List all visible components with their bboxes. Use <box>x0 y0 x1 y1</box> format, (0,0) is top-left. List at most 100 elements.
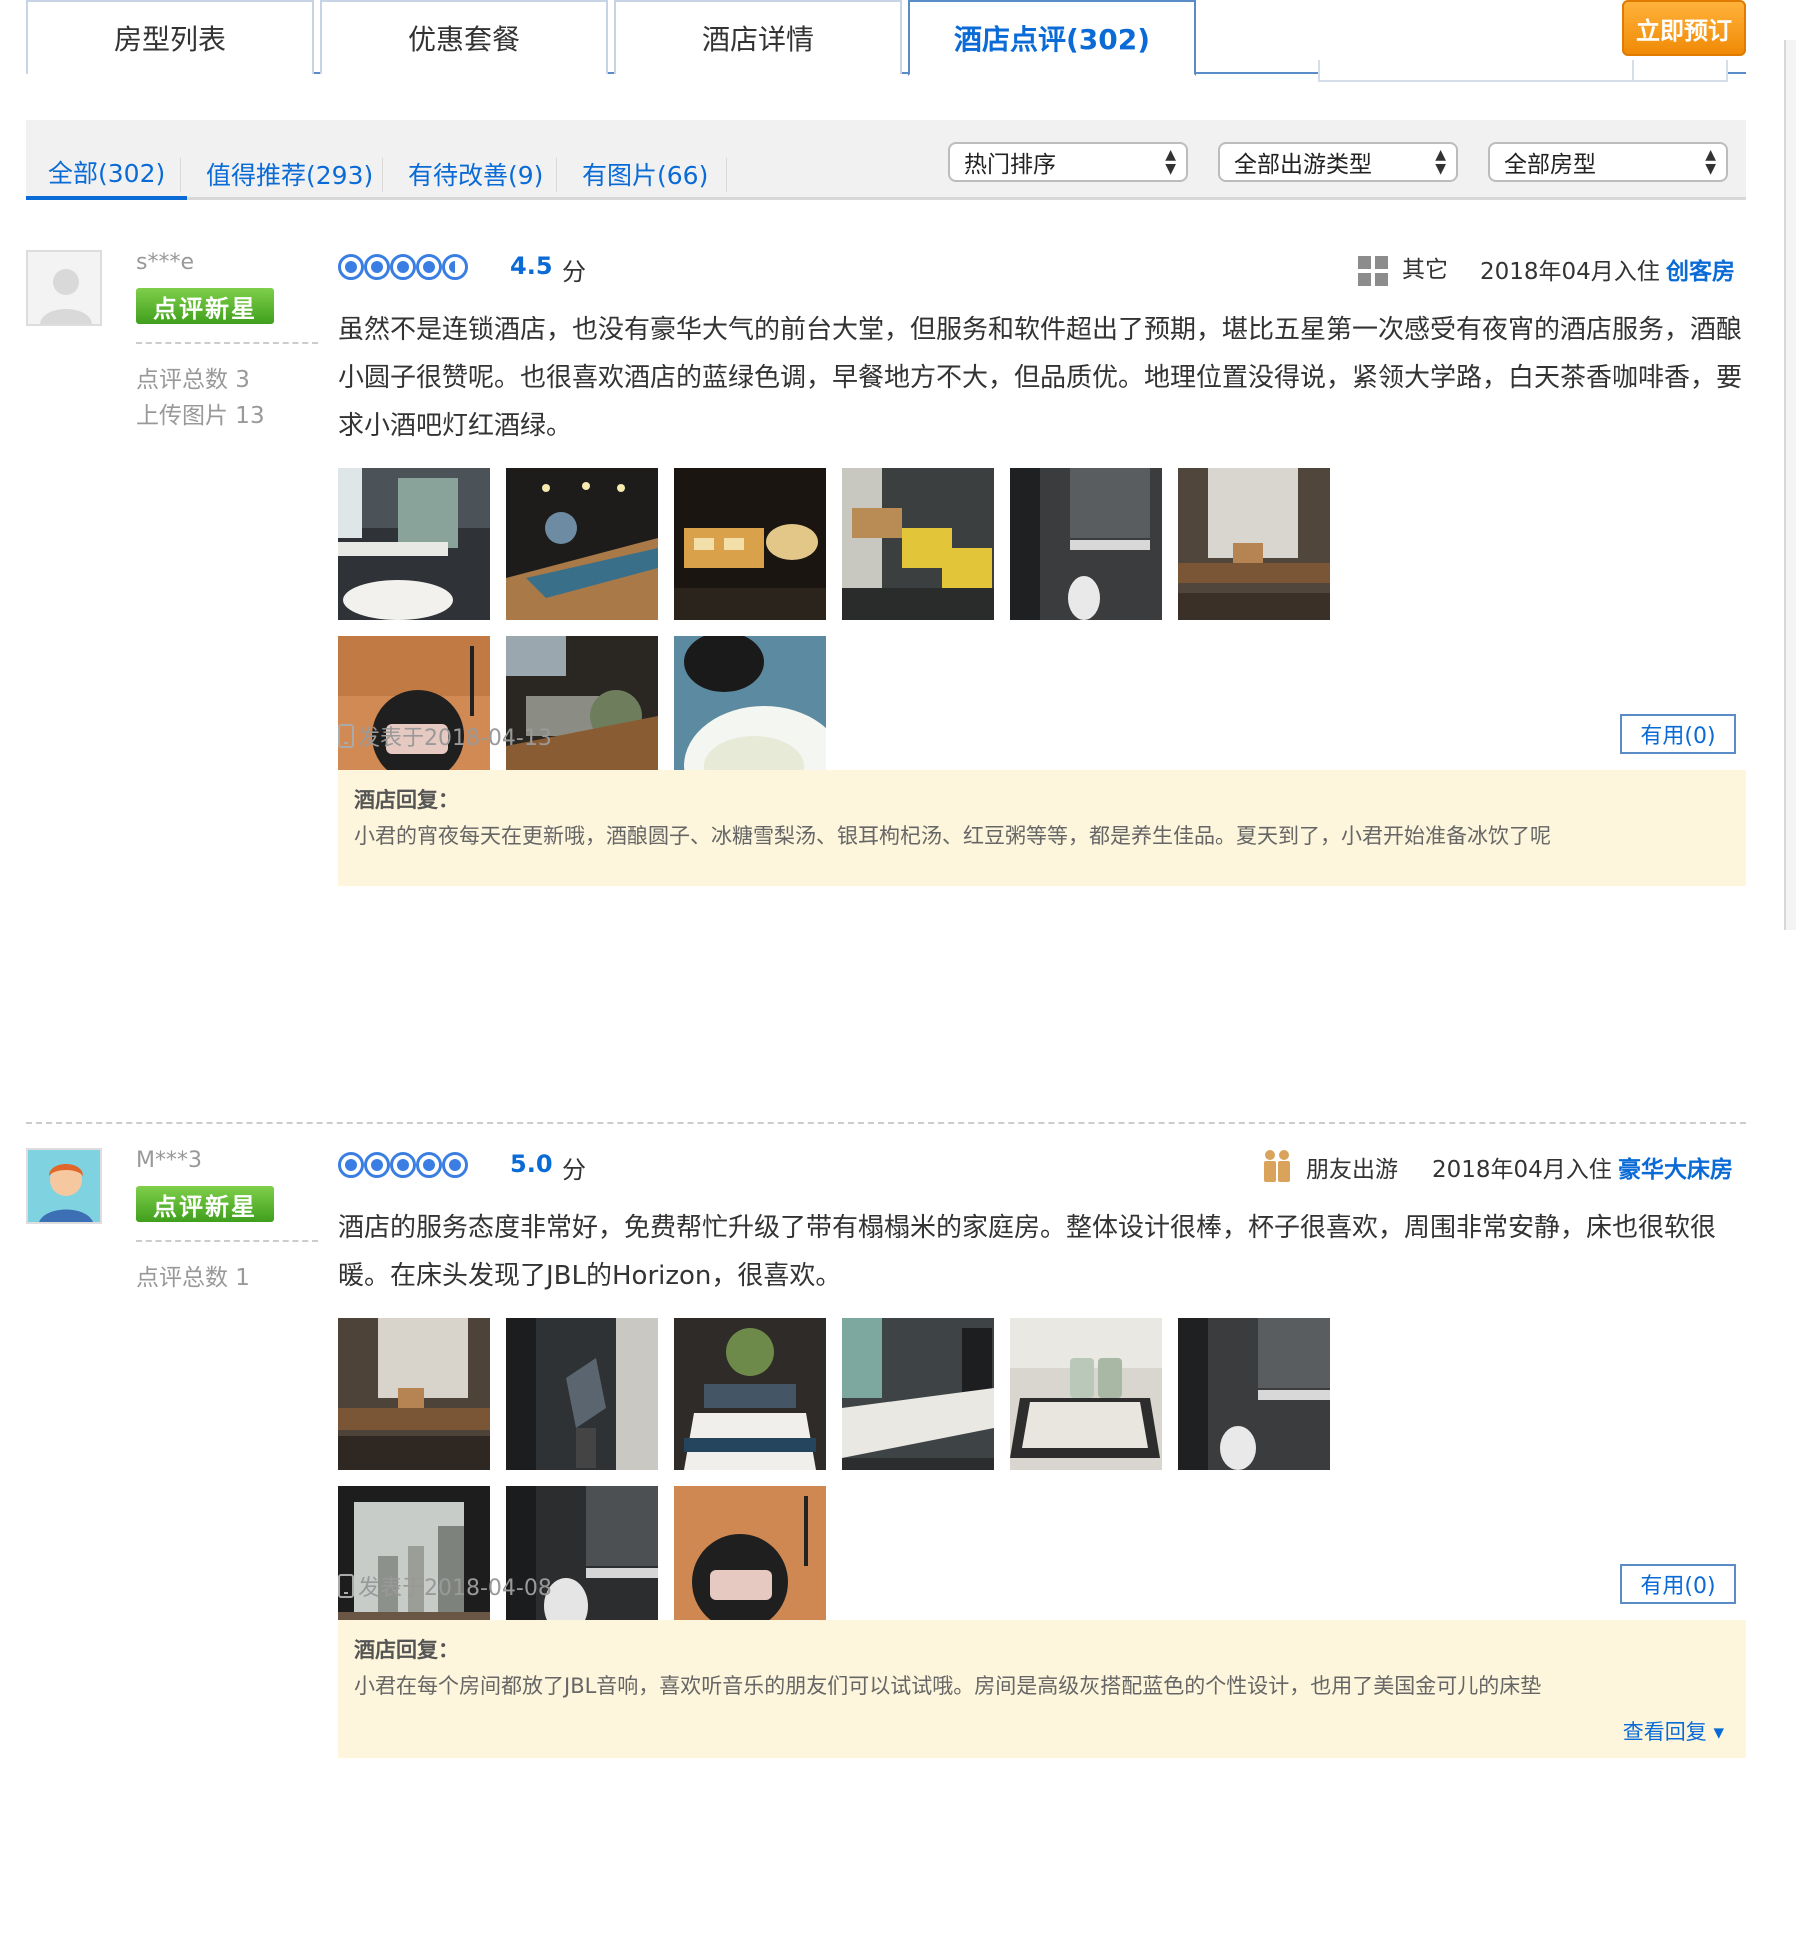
useful-button[interactable]: 有用(0) <box>1620 714 1736 754</box>
tab-packages[interactable]: 优惠套餐 <box>320 0 608 74</box>
tab-hotel-reviews[interactable]: 酒店点评(302) <box>908 0 1196 76</box>
posted-date: 发表于2018-04-08 <box>338 1570 552 1602</box>
review-photo[interactable] <box>506 636 658 788</box>
review-photo[interactable] <box>338 1318 490 1470</box>
avatar[interactable] <box>26 1148 102 1224</box>
user-review-count: 点评总数 3 <box>136 367 250 393</box>
room-type-select[interactable]: 全部房型 ▲ ▼ <box>1488 142 1728 182</box>
room-type-select-value: 全部房型 <box>1504 152 1596 178</box>
hotel-reply: 酒店回复： 小君在每个房间都放了JBL音响，喜欢听音乐的朋友们可以试试哦。房间是… <box>338 1620 1746 1758</box>
sort-select[interactable]: 热门排序 ▲ ▼ <box>948 142 1188 182</box>
review-photo[interactable] <box>506 468 658 620</box>
user-name[interactable]: s***e <box>136 250 194 275</box>
tab-room-list[interactable]: 房型列表 <box>26 0 314 74</box>
trip-type-select[interactable]: 全部出游类型 ▲ ▼ <box>1218 142 1458 182</box>
grid-icon <box>1358 256 1388 286</box>
review-photo[interactable] <box>506 1318 658 1470</box>
review-photo[interactable] <box>842 1318 994 1470</box>
hotel-reply-text: 小君在每个房间都放了JBL音响，喜欢听音乐的朋友们可以试试哦。房间是高级灰搭配蓝… <box>354 1674 1542 1698</box>
review-photo[interactable] <box>674 468 826 620</box>
rating-score: 5.0 <box>510 1150 553 1178</box>
hotel-reply-title: 酒店回复： <box>354 1638 459 1662</box>
review-photo[interactable] <box>338 636 490 788</box>
star-icon <box>364 1152 390 1178</box>
tab-hotel-details[interactable]: 酒店详情 <box>614 0 902 74</box>
updown-arrow-icon: ▲ ▼ <box>1165 147 1176 177</box>
trip-type-select-value: 全部出游类型 <box>1234 152 1372 178</box>
review-photo[interactable] <box>1178 1318 1330 1470</box>
room-type-link[interactable]: 创客房 <box>1666 252 1735 286</box>
review-item: M***3 点评新星 点评总数 1 5.0 分 朋友出游 2018年04月入住 … <box>26 1148 1746 1958</box>
filter-separator <box>726 158 727 192</box>
rating-stars <box>338 254 468 280</box>
review-photo[interactable] <box>674 1318 826 1470</box>
rating-unit: 分 <box>562 1156 586 1184</box>
review-photo[interactable] <box>1010 468 1162 620</box>
review-item: s***e 点评新星 点评总数 3 上传图片 13 4.5 分 其它 2018年… <box>26 250 1746 1104</box>
filter-tab-all[interactable]: 全部(302) <box>26 148 188 200</box>
hotel-reply: 酒店回复： 小君的宵夜每天在更新哦，酒酿圆子、冰糖雪梨汤、银耳枸杞汤、红豆粥等等… <box>338 770 1746 886</box>
partial-search-box <box>1318 60 1728 82</box>
stay-date: 2018年04月入住 <box>1432 1157 1612 1183</box>
hotel-reply-title: 酒店回复： <box>354 788 459 812</box>
star-icon <box>390 1152 416 1178</box>
star-icon <box>338 254 364 280</box>
user-review-count: 点评总数 1 <box>136 1265 250 1291</box>
rating-stars <box>338 1152 468 1178</box>
posted-date-text: 发表于2018-04-13 <box>358 726 552 751</box>
star-icon <box>442 1152 468 1178</box>
updown-arrow-icon: ▲ ▼ <box>1705 147 1716 177</box>
review-photo[interactable] <box>338 468 490 620</box>
filter-separator <box>180 158 181 192</box>
star-icon <box>416 1152 442 1178</box>
filter-separator <box>556 158 557 192</box>
trip-type: 朋友出游 <box>1306 1157 1398 1183</box>
filter-tab-with-photos[interactable]: 有图片(66) <box>560 148 730 200</box>
hotel-reply-text: 小君的宵夜每天在更新哦，酒酿圆子、冰糖雪梨汤、银耳枸杞汤、红豆粥等等，都是养生佳… <box>354 824 1551 848</box>
review-photo[interactable] <box>674 1486 826 1638</box>
filter-tab-to-improve[interactable]: 有待改善(9) <box>386 148 565 200</box>
mobile-icon <box>338 1574 354 1598</box>
review-star-badge: 点评新星 <box>136 1186 274 1222</box>
review-content: 虽然不是连锁酒店，也没有豪华大气的前台大堂，但服务和软件超出了预期，堪比五星第一… <box>338 315 1743 441</box>
trip-type: 其它 <box>1402 257 1448 283</box>
filter-separator <box>382 158 383 192</box>
review-photo[interactable] <box>842 468 994 620</box>
stay-date: 2018年04月入住 <box>1480 259 1660 285</box>
star-icon <box>364 254 390 280</box>
book-now-button[interactable]: 立即预订 <box>1622 0 1746 56</box>
star-icon <box>338 1152 364 1178</box>
star-icon <box>416 254 442 280</box>
friends-icon <box>1264 1150 1290 1182</box>
star-icon <box>390 254 416 280</box>
avatar[interactable] <box>26 250 102 326</box>
review-divider <box>26 1122 1746 1124</box>
user-avatar-icon <box>28 1150 100 1222</box>
mobile-icon <box>338 724 354 748</box>
rating-unit: 分 <box>562 258 586 286</box>
review-photo[interactable] <box>1010 1318 1162 1470</box>
review-photo[interactable] <box>338 1486 490 1638</box>
review-photo[interactable] <box>506 1486 658 1638</box>
review-filter-bar: 全部(302) 值得推荐(293) 有待改善(9) 有图片(66) 热门排序 ▲… <box>26 120 1746 200</box>
sort-select-value: 热门排序 <box>964 152 1056 178</box>
review-star-badge: 点评新星 <box>136 288 274 324</box>
rating-score: 4.5 <box>510 252 553 280</box>
user-divider <box>136 1240 318 1242</box>
updown-arrow-icon: ▲ ▼ <box>1435 147 1446 177</box>
review-photo[interactable] <box>674 636 826 788</box>
user-photo-count: 上传图片 13 <box>136 403 265 429</box>
filter-tab-recommended[interactable]: 值得推荐(293) <box>184 148 395 200</box>
user-name[interactable]: M***3 <box>136 1148 202 1173</box>
posted-date-text: 发表于2018-04-08 <box>358 1576 552 1601</box>
user-divider <box>136 342 318 344</box>
posted-date: 发表于2018-04-13 <box>338 720 552 752</box>
useful-button[interactable]: 有用(0) <box>1620 1564 1736 1604</box>
review-photo[interactable] <box>1178 468 1330 620</box>
default-avatar-icon <box>28 252 100 324</box>
view-reply-link[interactable]: 查看回复 ▾ <box>1623 1716 1724 1746</box>
review-content: 酒店的服务态度非常好，免费帮忙升级了带有榻榻米的家庭房。整体设计很棒，杯子很喜欢… <box>338 1213 1717 1291</box>
half-star-icon <box>442 254 468 280</box>
page-scrollbar[interactable] <box>1784 40 1796 930</box>
room-type-link[interactable]: 豪华大床房 <box>1618 1150 1733 1184</box>
